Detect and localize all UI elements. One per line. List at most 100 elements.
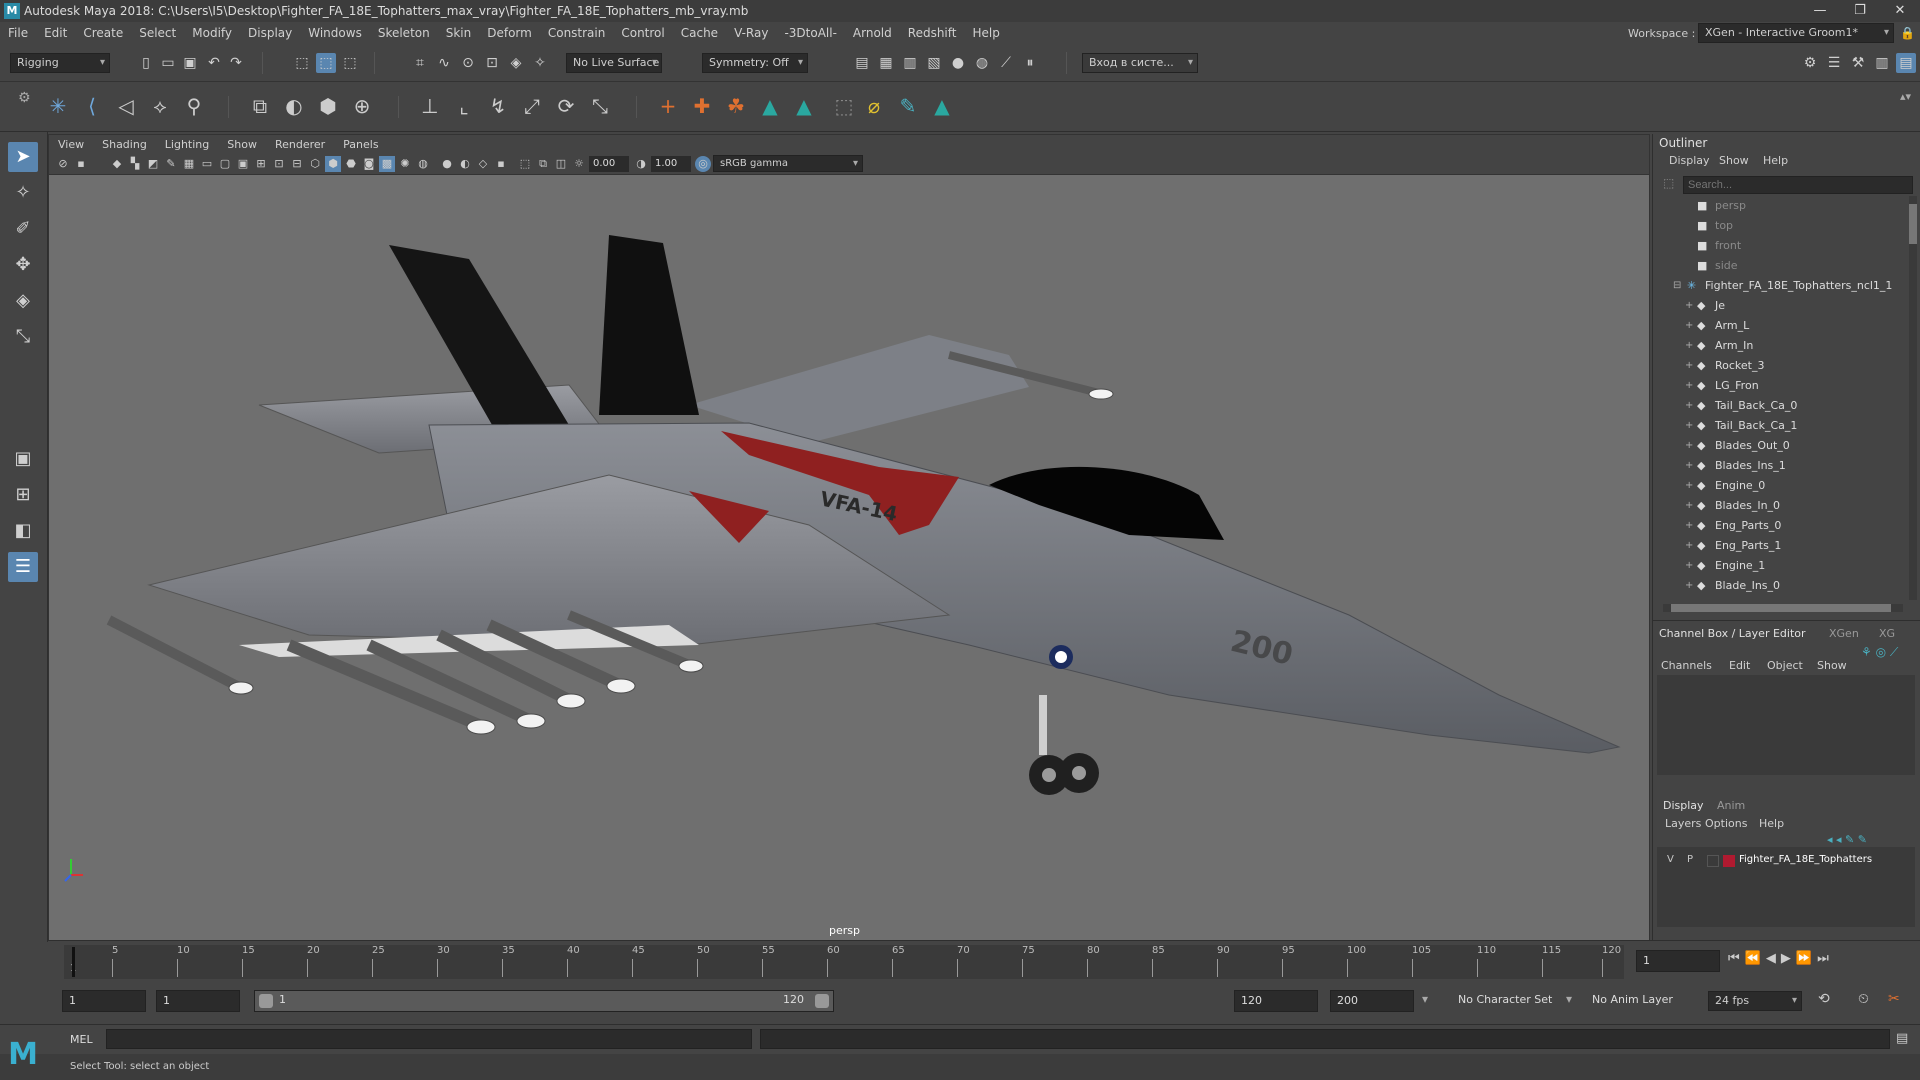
fps-dropdown[interactable]: 24 fps <box>1708 991 1802 1011</box>
xray-icon[interactable]: ⬚ <box>517 156 533 172</box>
menu-select[interactable]: Select <box>131 26 184 40</box>
exposure-icon[interactable]: ☼ <box>571 156 587 172</box>
lock-icon[interactable]: 🔒 <box>1900 26 1915 40</box>
ik-handle-icon[interactable]: ⟨ <box>78 92 106 120</box>
film-gate-icon[interactable]: ▭ <box>199 156 215 172</box>
viewport-menu-show[interactable]: Show <box>218 138 266 151</box>
layer-name[interactable]: Fighter_FA_18E_Tophatters <box>1739 854 1872 865</box>
close-icon[interactable]: ✕ <box>1880 0 1920 22</box>
outliner-item[interactable]: + ◆ Tail_Back_Ca_0 <box>1653 396 1901 416</box>
depth-of-field-icon[interactable]: ◇ <box>475 156 491 172</box>
new-scene-icon[interactable]: ▯ <box>136 53 156 73</box>
layer-row[interactable]: V P Fighter_FA_18E_Tophatters <box>1657 851 1915 871</box>
camera-attributes-icon[interactable]: ▪ <box>73 156 89 172</box>
paint-weights-icon[interactable]: ◐ <box>280 92 308 120</box>
channel-list[interactable] <box>1657 675 1915 775</box>
expand-icon[interactable]: + <box>1685 356 1693 376</box>
expand-icon[interactable]: + <box>1685 556 1693 576</box>
modeling-toolkit-icon[interactable]: ⚙ <box>1800 53 1820 73</box>
outliner-item[interactable]: + ◆ Engine_0 <box>1653 476 1901 496</box>
filter-icon[interactable]: ⬚ <box>1663 176 1674 190</box>
scale-constraint-icon[interactable]: ⤢ <box>518 92 546 120</box>
anim-prefs-icon[interactable]: ✂ <box>1888 991 1900 1007</box>
menu-constrain[interactable]: Constrain <box>540 26 614 40</box>
viewport-menu-renderer[interactable]: Renderer <box>266 138 334 151</box>
snap-grid-icon[interactable]: ⌗ <box>410 53 430 73</box>
render-view-icon[interactable]: ▤ <box>852 53 872 73</box>
grease-pencil-icon[interactable]: ✎ <box>163 156 179 172</box>
select-object-icon[interactable]: ⬚ <box>316 53 336 73</box>
current-frame-field[interactable]: 1 <box>1636 950 1720 972</box>
auto-key-icon[interactable]: ⏲ <box>1858 991 1869 1007</box>
time-ruler[interactable]: 1 5 10 15 20 25 30 35 40 45 50 55 60 65 … <box>64 945 1624 979</box>
color-management-icon[interactable]: ◎ <box>695 156 711 172</box>
resolution-gate-icon[interactable]: ▢ <box>217 156 233 172</box>
wireframe-icon[interactable]: ⬡ <box>307 156 323 172</box>
outliner-item[interactable]: + ◆ Blades_In_0 <box>1653 496 1901 516</box>
colorspace-dropdown[interactable]: sRGB gamma <box>713 155 863 172</box>
isolate-select-icon[interactable]: ▪ <box>493 156 509 172</box>
outliner-item[interactable]: + ◆ Rocket_3 <box>1653 356 1901 376</box>
outliner-item[interactable]: + ◆ Blades_Out_0 <box>1653 436 1901 456</box>
redo-icon[interactable]: ↷ <box>226 53 246 73</box>
snap-view-icon[interactable]: ⊡ <box>482 53 502 73</box>
expand-icon[interactable]: + <box>1685 396 1693 416</box>
undo-icon[interactable]: ↶ <box>204 53 224 73</box>
snap-point-icon[interactable]: ⊙ <box>458 53 478 73</box>
menu-arnold[interactable]: Arnold <box>845 26 900 40</box>
outliner-root-item[interactable]: ⊟ ✳ Fighter_FA_18E_Tophatters_ncl1_1 <box>1653 276 1901 296</box>
gate-mask-icon[interactable]: ▣ <box>235 156 251 172</box>
outliner-search-input[interactable] <box>1683 176 1913 194</box>
outliner-camera-item[interactable]: ■ front <box>1653 236 1901 256</box>
four-view-icon[interactable]: ⊞ <box>8 480 38 510</box>
paint-select-icon[interactable]: ✐ <box>8 214 38 244</box>
select-hierarchy-icon[interactable]: ⬚ <box>292 53 312 73</box>
menu-display[interactable]: Display <box>240 26 300 40</box>
motion-blur-icon[interactable]: ● <box>439 156 455 172</box>
layer-visibility-toggle[interactable]: V <box>1667 854 1674 865</box>
outliner-layout-icon[interactable]: ☰ <box>8 552 38 582</box>
tool-settings-icon[interactable]: ⚒ <box>1848 53 1868 73</box>
workspace-dropdown[interactable]: XGen - Interactive Groom1* <box>1698 23 1894 43</box>
expand-icon[interactable]: + <box>1685 296 1693 316</box>
outliner-item[interactable]: + ◆ Eng_Parts_0 <box>1653 516 1901 536</box>
menu-vray[interactable]: V-Ray <box>726 26 776 40</box>
ipr-render-icon[interactable]: ▥ <box>900 53 920 73</box>
playback-controls[interactable]: ⏮⏪◀▶⏩⏭ <box>1728 951 1834 966</box>
outliner-item[interactable]: + ◆ Tail_Back_Ca_1 <box>1653 416 1901 436</box>
select-component-icon[interactable]: ⬚ <box>340 53 360 73</box>
outliner-item[interactable]: + ◆ Blade_Ins_0 <box>1653 576 1901 596</box>
snap-curve-icon[interactable]: ∿ <box>434 53 454 73</box>
point-constraint-icon[interactable]: ⌞ <box>450 92 478 120</box>
joint-tool-icon[interactable]: ✳ <box>44 92 72 120</box>
end-time-field[interactable]: 120 <box>1234 990 1318 1012</box>
lattice-icon[interactable]: ⬢ <box>314 92 342 120</box>
outliner-item[interactable]: + ◆ Arm_L <box>1653 316 1901 336</box>
expand-icon[interactable]: + <box>1685 436 1693 456</box>
range-end-handle[interactable] <box>815 994 829 1008</box>
mel-label[interactable]: MEL <box>70 1033 93 1046</box>
viewport-menu-lighting[interactable]: Lighting <box>156 138 218 151</box>
smooth-shade-icon[interactable]: ⬢ <box>325 156 341 172</box>
expand-icon[interactable]: + <box>1685 336 1693 356</box>
layer-color-swatch[interactable] <box>1723 855 1735 867</box>
shelf-menu-icon[interactable]: ⚙ <box>18 90 31 106</box>
outliner-menu-show[interactable]: Show <box>1719 154 1749 167</box>
outliner-item[interactable]: + ◆ Blades_Ins_1 <box>1653 456 1901 476</box>
rig-tool-icon[interactable]: ▲ <box>928 92 956 120</box>
sculpt-icon[interactable]: ✎ <box>894 92 922 120</box>
use-lights-icon[interactable]: ▩ <box>379 156 395 172</box>
layer-move-icons[interactable]: ◂ ◂ ✎ ✎ <box>1827 833 1867 846</box>
maya-app-icon[interactable]: M <box>4 3 20 19</box>
vray-framebuffer-icon[interactable]: ⟋ <box>996 53 1016 73</box>
layer-tab-anim[interactable]: Anim <box>1717 799 1745 812</box>
snap-pivot-icon[interactable]: ✧ <box>530 53 550 73</box>
exposure-field[interactable]: 0.00 <box>589 156 629 172</box>
signin-button[interactable]: Вход в систе... <box>1082 53 1198 73</box>
paint-blend-icon[interactable]: ⌀ <box>860 92 888 120</box>
expand-icon[interactable]: + <box>1685 476 1693 496</box>
menu-skin[interactable]: Skin <box>438 26 480 40</box>
loop-icon[interactable]: ⟲ <box>1818 991 1830 1007</box>
save-scene-icon[interactable]: ▣ <box>180 53 200 73</box>
render-settings-icon[interactable]: ▧ <box>924 53 944 73</box>
